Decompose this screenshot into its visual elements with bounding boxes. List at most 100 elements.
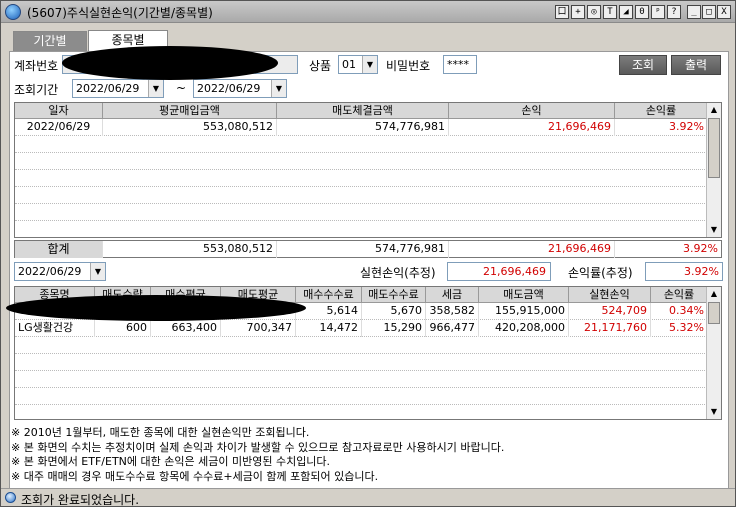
note-line: ※ 대주 매매의 경우 매도수수료 항목에 수수료+세금이 함께 포함되어 있습… xyxy=(11,469,379,483)
table-row xyxy=(15,204,707,221)
account-label: 계좌번호 xyxy=(14,59,59,73)
row-pnl: 21,696,469 xyxy=(449,119,615,136)
row-sell-avg: 700,347 xyxy=(221,320,296,337)
redaction-mask xyxy=(6,295,306,321)
query-button[interactable]: 조회 xyxy=(619,55,667,75)
header-sell-fee: 매도수수료 xyxy=(362,287,426,303)
start-date-field[interactable]: 2022/06/29 ▼ xyxy=(72,79,164,98)
tab-period[interactable]: 기간별 xyxy=(13,31,87,51)
title-bar: (5607)주식실현손익(기간별/종목별) 口 + ◎ T ◢ 0 ᵖ ? _ … xyxy=(1,1,735,23)
redaction-mask xyxy=(62,46,278,80)
row-pnl-rate: 5.32% xyxy=(669,321,704,334)
end-date-value: 2022/06/29 xyxy=(197,82,261,95)
header-sell-amount: 매도체결금액 xyxy=(277,103,449,119)
row-sell-fee: 15,290 xyxy=(362,320,426,337)
period-label: 조회기간 xyxy=(14,83,59,97)
row-sell-amount: 155,915,000 xyxy=(479,303,569,320)
total-avg-buy: 553,080,512 xyxy=(103,241,277,258)
product-label: 상품 xyxy=(309,59,332,73)
row-sell-amount: 420,208,000 xyxy=(479,320,569,337)
row-sell-amount: 574,776,981 xyxy=(277,119,449,136)
header-avg-buy: 평균매입금액 xyxy=(103,103,277,119)
tilde-label: ~ xyxy=(176,81,187,95)
table-row xyxy=(15,354,707,371)
row-stock-name: LG생활건강 xyxy=(15,320,95,337)
daily-table-header: 일자 평균매입금액 매도체결금액 손익 손익률 xyxy=(15,103,707,119)
product-value: 01 xyxy=(342,58,356,71)
chevron-down-icon[interactable]: ▼ xyxy=(362,56,377,73)
scroll-down-icon[interactable]: ▼ xyxy=(707,405,721,419)
daily-pnl-table: 일자 평균매입금액 매도체결금액 손익 손익률 2022/06/29 553,0… xyxy=(14,102,722,238)
note-line: ※ 2010년 1월부터, 매도한 종목에 대한 실현손익만 조회됩니다. xyxy=(11,426,310,439)
add-icon[interactable]: + xyxy=(571,5,585,19)
app-window: (5607)주식실현손익(기간별/종목별) 口 + ◎ T ◢ 0 ᵖ ? _ … xyxy=(0,0,736,507)
row-date: 2022/06/29 xyxy=(15,119,103,136)
row-realized-pnl: 21,171,760 xyxy=(569,320,651,337)
rate-value: 3.92% xyxy=(645,262,723,281)
scroll-down-icon[interactable]: ▼ xyxy=(707,223,721,237)
daily-table-scrollbar[interactable]: ▲ ▼ xyxy=(706,103,721,237)
text-icon[interactable]: T xyxy=(603,5,617,19)
row-pnl-rate: 0.34% xyxy=(669,304,704,317)
row-sell-fee: 5,670 xyxy=(362,303,426,320)
total-pnl-rate: 3.92% xyxy=(683,242,718,255)
note-line: ※ 본 화면의 수치는 추정치이며 실제 손익과 차이가 발생할 수 있으므로 … xyxy=(11,440,505,454)
pin-icon[interactable]: ᵖ xyxy=(651,5,665,19)
row-realized-pnl: 524,709 xyxy=(569,303,651,320)
link-icon[interactable]: ◎ xyxy=(587,5,601,19)
table-row xyxy=(15,337,707,354)
chevron-down-icon[interactable]: ▼ xyxy=(271,80,286,97)
main-panel: 계좌번호 상품 01 ▼ 비밀번호 **** 조회 출력 조회기간 2022/06… xyxy=(6,46,729,489)
realized-label: 실현손익(추정) xyxy=(360,266,436,280)
resize-icon[interactable]: ◢ xyxy=(619,5,633,19)
row-pnl-rate: 3.92% xyxy=(669,120,704,133)
window-title: (5607)주식실현손익(기간별/종목별) xyxy=(27,6,213,20)
row-avg-buy: 553,080,512 xyxy=(103,119,277,136)
table-row[interactable]: 2022/06/29 553,080,512 574,776,981 21,69… xyxy=(15,119,707,136)
help-icon[interactable]: ? xyxy=(667,5,681,19)
maximize-icon[interactable]: □ xyxy=(702,5,716,19)
zero-icon[interactable]: 0 xyxy=(635,5,649,19)
table-row xyxy=(15,136,707,153)
print-button[interactable]: 출력 xyxy=(671,55,721,75)
chevron-down-icon[interactable]: ▼ xyxy=(90,263,105,280)
table-row[interactable]: LG생활건강 600 663,400 700,347 14,472 15,290… xyxy=(15,320,707,337)
scroll-up-icon[interactable]: ▲ xyxy=(707,103,721,117)
end-date-field[interactable]: 2022/06/29 ▼ xyxy=(193,79,287,98)
chevron-down-icon[interactable]: ▼ xyxy=(148,80,163,97)
rate-label: 손익률(추정) xyxy=(568,266,633,280)
header-pnl-rate: 손익률 xyxy=(645,104,677,117)
row-buy-avg: 663,400 xyxy=(151,320,221,337)
table-row xyxy=(15,153,707,170)
header-pnl-rate: 손익률 xyxy=(663,288,695,301)
password-field[interactable]: **** xyxy=(443,55,477,74)
stock-table-scrollbar[interactable]: ▲ ▼ xyxy=(706,287,721,419)
summary-date-field[interactable]: 2022/06/29 ▼ xyxy=(14,262,106,281)
scroll-thumb[interactable] xyxy=(708,118,720,178)
minimize-icon[interactable]: _ xyxy=(687,5,701,19)
note-line: ※ 본 화면에서 ETF/ETN에 대한 손익은 세금이 미반영된 수치입니다. xyxy=(11,455,331,468)
table-row xyxy=(15,388,707,405)
row-buy-fee: 14,472 xyxy=(296,320,362,337)
total-pnl: 21,696,469 xyxy=(449,241,615,258)
row-tax: 358,582 xyxy=(426,303,479,320)
daily-total-row: 합계 553,080,512 574,776,981 21,696,469 3.… xyxy=(14,240,722,258)
product-select[interactable]: 01 ▼ xyxy=(338,55,378,74)
realized-value: 21,696,469 xyxy=(447,262,551,281)
table-row xyxy=(15,170,707,187)
total-label: 합계 xyxy=(15,241,103,258)
status-bar: 조회가 완료되었습니다. xyxy=(1,488,735,507)
scroll-up-icon[interactable]: ▲ xyxy=(707,287,721,301)
scroll-thumb[interactable] xyxy=(708,302,720,324)
summary-date-value: 2022/06/29 xyxy=(18,265,82,278)
layout-icon[interactable]: 口 xyxy=(555,5,569,19)
start-date-value: 2022/06/29 xyxy=(76,82,140,95)
close-icon[interactable]: X xyxy=(717,5,731,19)
header-realized-pnl: 실현손익 xyxy=(569,287,651,303)
header-buy-fee: 매수수수료 xyxy=(296,287,362,303)
app-logo-icon xyxy=(5,4,21,20)
header-pnl: 손익 xyxy=(449,103,615,119)
row-sell-qty: 600 xyxy=(95,320,151,337)
info-icon xyxy=(5,492,16,503)
notes-section: ※ 2010년 1월부터, 매도한 종목에 대한 실현손익만 조회됩니다. ※ … xyxy=(11,426,504,484)
